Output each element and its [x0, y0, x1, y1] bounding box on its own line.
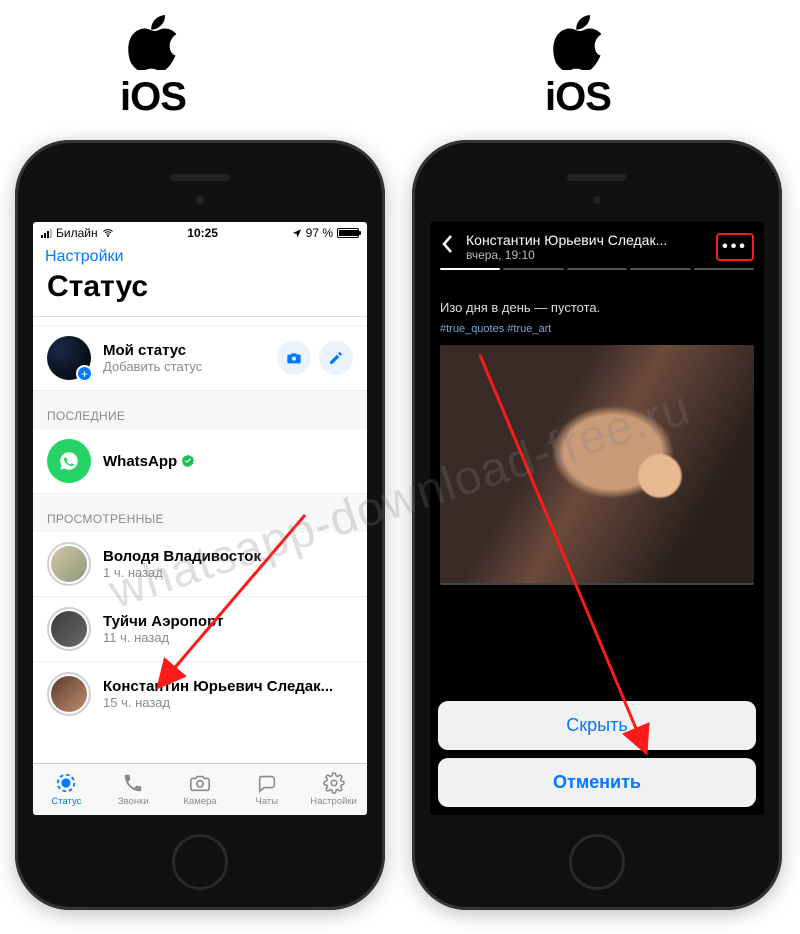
my-status-subtitle: Добавить статус [103, 359, 269, 374]
clock: 10:25 [187, 226, 218, 240]
my-status-avatar: + [47, 336, 91, 380]
phone-frame-left: Билайн 10:25 97 % Настройки Статус + Мой… [15, 140, 385, 910]
phone-speaker [567, 174, 627, 181]
verified-icon [181, 454, 195, 468]
tab-label: Настройки [310, 796, 357, 807]
tab-status[interactable]: Статус [33, 764, 100, 815]
tab-label: Статус [51, 796, 81, 807]
more-options-button[interactable]: ••• [716, 233, 754, 261]
section-viewed: ПРОСМОТРЕННЫЕ [33, 494, 367, 532]
add-status-plus-icon: + [76, 365, 93, 382]
screen-story-viewer: Константин Юрьевич Следак... вчера, 19:1… [430, 222, 764, 815]
ios-status-bar: Билайн 10:25 97 % [33, 222, 367, 244]
phone-camera [593, 196, 601, 204]
tab-label: Звонки [118, 796, 149, 807]
cancel-button[interactable]: Отменить [438, 758, 756, 807]
whatsapp-status-row[interactable]: WhatsApp [33, 429, 367, 494]
back-button[interactable] [440, 234, 456, 260]
whatsapp-icon [55, 447, 83, 475]
story-caption: Изо дня в день — пустота. [440, 300, 754, 315]
camera-icon [189, 772, 211, 794]
gear-icon [323, 772, 345, 794]
chats-icon [256, 772, 278, 794]
viewed-status-row[interactable]: Володя Владивосток 1 ч. назад [33, 532, 367, 597]
story-content: Изо дня в день — пустота. #true_quotes #… [430, 300, 764, 335]
whatsapp-avatar [47, 439, 91, 483]
ios-label-right: iOS [545, 15, 611, 120]
avatar [47, 672, 91, 716]
contact-name: Володя Владивосток [103, 548, 353, 565]
hide-button[interactable]: Скрыть [438, 701, 756, 750]
contact-name: Туйчи Аэропорт [103, 613, 353, 630]
contact-time: 15 ч. назад [103, 695, 353, 710]
pencil-icon [328, 350, 344, 366]
story-tags: #true_quotes #true_art [440, 323, 754, 335]
phone-speaker [170, 174, 230, 181]
phone-icon [122, 772, 144, 794]
more-icon: ••• [722, 238, 748, 256]
status-icon [55, 772, 77, 794]
action-sheet: Скрыть Отменить [438, 693, 756, 807]
story-header: Константин Юрьевич Следак... вчера, 19:1… [430, 222, 764, 268]
contact-name: Константин Юрьевич Следак... [103, 678, 353, 695]
tab-chats[interactable]: Чаты [233, 764, 300, 815]
battery-percent: 97 % [306, 226, 333, 240]
camera-button[interactable] [277, 341, 311, 375]
apple-logo-icon [545, 15, 611, 75]
viewed-status-row[interactable]: Константин Юрьевич Следак... 15 ч. назад [33, 662, 367, 726]
tab-camera[interactable]: Камера [167, 764, 234, 815]
story-image[interactable] [440, 345, 754, 585]
phone-home-button[interactable] [569, 834, 625, 890]
edit-button[interactable] [319, 341, 353, 375]
apple-logo-icon [120, 15, 186, 75]
carrier-label: Билайн [56, 226, 98, 240]
battery-icon [337, 228, 359, 238]
ios-text: iOS [120, 75, 186, 120]
ios-label-left: iOS [120, 15, 186, 120]
nav-settings-link[interactable]: Настройки [33, 244, 367, 268]
phone-home-button[interactable] [172, 834, 228, 890]
section-recent: ПОСЛЕДНИЕ [33, 391, 367, 429]
signal-icon [41, 229, 52, 238]
tab-label: Чаты [255, 796, 278, 807]
avatar [47, 542, 91, 586]
my-status-title: Мой статус [103, 342, 269, 359]
screen-status-list: Билайн 10:25 97 % Настройки Статус + Мой… [33, 222, 367, 815]
whatsapp-title: WhatsApp [103, 453, 177, 470]
wifi-icon [102, 227, 114, 239]
page-title: Статус [33, 268, 367, 317]
location-icon [292, 228, 302, 238]
tab-calls[interactable]: Звонки [100, 764, 167, 815]
camera-icon [286, 350, 302, 366]
contact-time: 1 ч. назад [103, 565, 353, 580]
contact-time: 11 ч. назад [103, 630, 353, 645]
my-status-row[interactable]: + Мой статус Добавить статус [33, 325, 367, 391]
story-progress [430, 268, 764, 270]
ios-text: iOS [545, 75, 611, 120]
avatar [47, 607, 91, 651]
chevron-left-icon [440, 234, 454, 254]
tab-bar: Статус Звонки Камера Чаты Настройки [33, 763, 367, 815]
phone-camera [196, 196, 204, 204]
story-time: вчера, 19:10 [466, 248, 706, 262]
story-author: Константин Юрьевич Следак... [466, 232, 706, 248]
tab-settings[interactable]: Настройки [300, 764, 367, 815]
tab-label: Камера [183, 796, 216, 807]
viewed-status-row[interactable]: Туйчи Аэропорт 11 ч. назад [33, 597, 367, 662]
phone-frame-right: Константин Юрьевич Следак... вчера, 19:1… [412, 140, 782, 910]
